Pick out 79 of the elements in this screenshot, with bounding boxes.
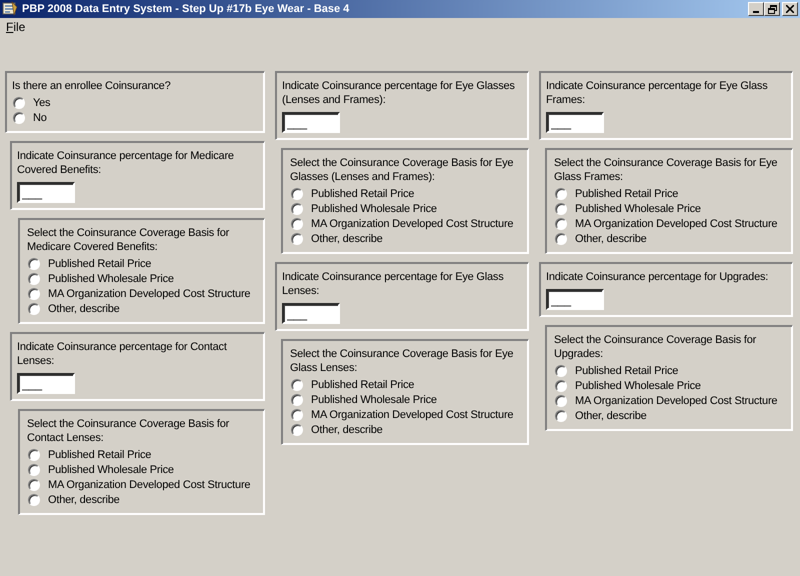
radio-button[interactable] [291, 394, 303, 406]
radio-button[interactable] [28, 478, 40, 490]
option-label: Published Retail Price [48, 448, 152, 462]
radio-button[interactable] [13, 96, 25, 108]
app-icon [2, 1, 18, 17]
percentage-field[interactable]: ___ [17, 182, 75, 203]
radio-button[interactable] [555, 188, 567, 200]
close-icon [786, 5, 794, 13]
question-label: Select the Coinsurance Coverage Basis for Eye Glass Lenses: [290, 347, 514, 375]
option-label: Published Retail Price [311, 186, 414, 200]
option-label: MA Organization Developed Cost Structure [311, 408, 514, 422]
radio-button[interactable] [28, 272, 40, 284]
radio-button[interactable] [555, 364, 567, 376]
question-label: Indicate Coinsurance percentage for Eye Glass Lenses: [282, 270, 505, 298]
radio-button[interactable] [291, 424, 303, 436]
option-label: Other, describe [48, 492, 120, 506]
option-label: Published Wholesale Price [575, 202, 701, 216]
option-label: MA Organization Developed Cost Structure [48, 286, 250, 300]
option-label: Published Wholesale Price [311, 392, 437, 406]
radio-button[interactable] [555, 218, 567, 230]
radio-button[interactable] [291, 378, 303, 390]
radio-button[interactable] [28, 448, 40, 460]
option-label: Yes [33, 96, 50, 110]
radio-button[interactable] [291, 232, 303, 244]
question-label: Indicate Coinsurance percentage for Eye Glass Frames: [546, 79, 769, 107]
option-label: No [33, 110, 47, 124]
option-label: Published Retail Price [575, 186, 678, 200]
option-label: Other, describe [311, 422, 383, 436]
option-label: MA Organization Developed Cost Structure [575, 216, 778, 230]
radio-button[interactable] [555, 380, 567, 392]
radio-button[interactable] [28, 288, 40, 300]
restore-button[interactable] [764, 2, 780, 16]
radio-button[interactable] [291, 188, 303, 200]
question-label: Indicate Coinsurance percentage for Upgrades: [546, 270, 770, 284]
radio-button[interactable] [555, 232, 567, 244]
question-label: Select the Coinsurance Coverage Basis for Eye Glasses (Lenses and Frames): [290, 156, 514, 184]
radio-button[interactable] [291, 408, 303, 420]
percentage-field[interactable]: ___ [546, 289, 604, 310]
option-label: Published Wholesale Price [311, 202, 437, 216]
option-label: Published Retail Price [48, 256, 152, 270]
option-label: Published Wholesale Price [48, 462, 174, 476]
question-label: Select the Coinsurance Coverage Basis for Medicare Covered Benefits: [27, 226, 230, 254]
option-label: Published Wholesale Price [48, 272, 174, 286]
radio-button[interactable] [291, 202, 303, 214]
option-label: MA Organization Developed Cost Structure [311, 216, 514, 230]
option-label: Published Retail Price [311, 378, 414, 392]
question-label: Select the Coinsurance Coverage Basis for Upgrades: [554, 333, 758, 361]
percentage-field[interactable]: ___ [282, 112, 340, 133]
option-label: Other, describe [575, 232, 647, 246]
option-label: MA Organization Developed Cost Structure [48, 478, 250, 492]
radio-button[interactable] [555, 202, 567, 214]
menu-item[interactable]: File [4, 20, 28, 34]
question-label: Indicate Coinsurance percentage for Eye Glasses (Lenses and Frames): [282, 79, 516, 107]
question-label: Is there an enrollee Coinsurance? [12, 79, 172, 93]
percentage-field[interactable]: ___ [546, 112, 604, 133]
option-label: Published Retail Price [575, 364, 678, 378]
radio-button[interactable] [291, 218, 303, 230]
radio-button[interactable] [28, 464, 40, 476]
minimize-button[interactable] [748, 2, 764, 16]
radio-button[interactable] [28, 494, 40, 506]
option-label: Other, describe [311, 232, 383, 246]
radio-button[interactable] [555, 410, 567, 422]
question-label: Select the Coinsurance Coverage Basis for Contact Lenses: [27, 417, 230, 445]
question-label: Select the Coinsurance Coverage Basis for Eye Glass Frames: [554, 156, 778, 184]
question-label: Indicate Coinsurance percentage for Medicare Covered Benefits: [17, 149, 235, 177]
option-label: Published Wholesale Price [575, 378, 701, 392]
option-label: Other, describe [575, 408, 647, 422]
close-button[interactable] [782, 2, 798, 16]
percentage-field[interactable]: ___ [17, 373, 75, 394]
percentage-field[interactable]: ___ [282, 303, 340, 324]
radio-button[interactable] [555, 394, 567, 406]
radio-button[interactable] [13, 112, 25, 124]
radio-button[interactable] [28, 258, 40, 270]
restore-icon [768, 4, 776, 14]
option-label: MA Organization Developed Cost Structure [575, 394, 778, 408]
question-label: Indicate Coinsurance percentage for Contact Lenses: [17, 340, 228, 368]
radio-button[interactable] [28, 302, 40, 314]
option-label: Other, describe [48, 302, 120, 316]
window-title: PBP 2008 Data Entry System - Step Up #17b Eye Wear - Base 4 [22, 3, 350, 15]
